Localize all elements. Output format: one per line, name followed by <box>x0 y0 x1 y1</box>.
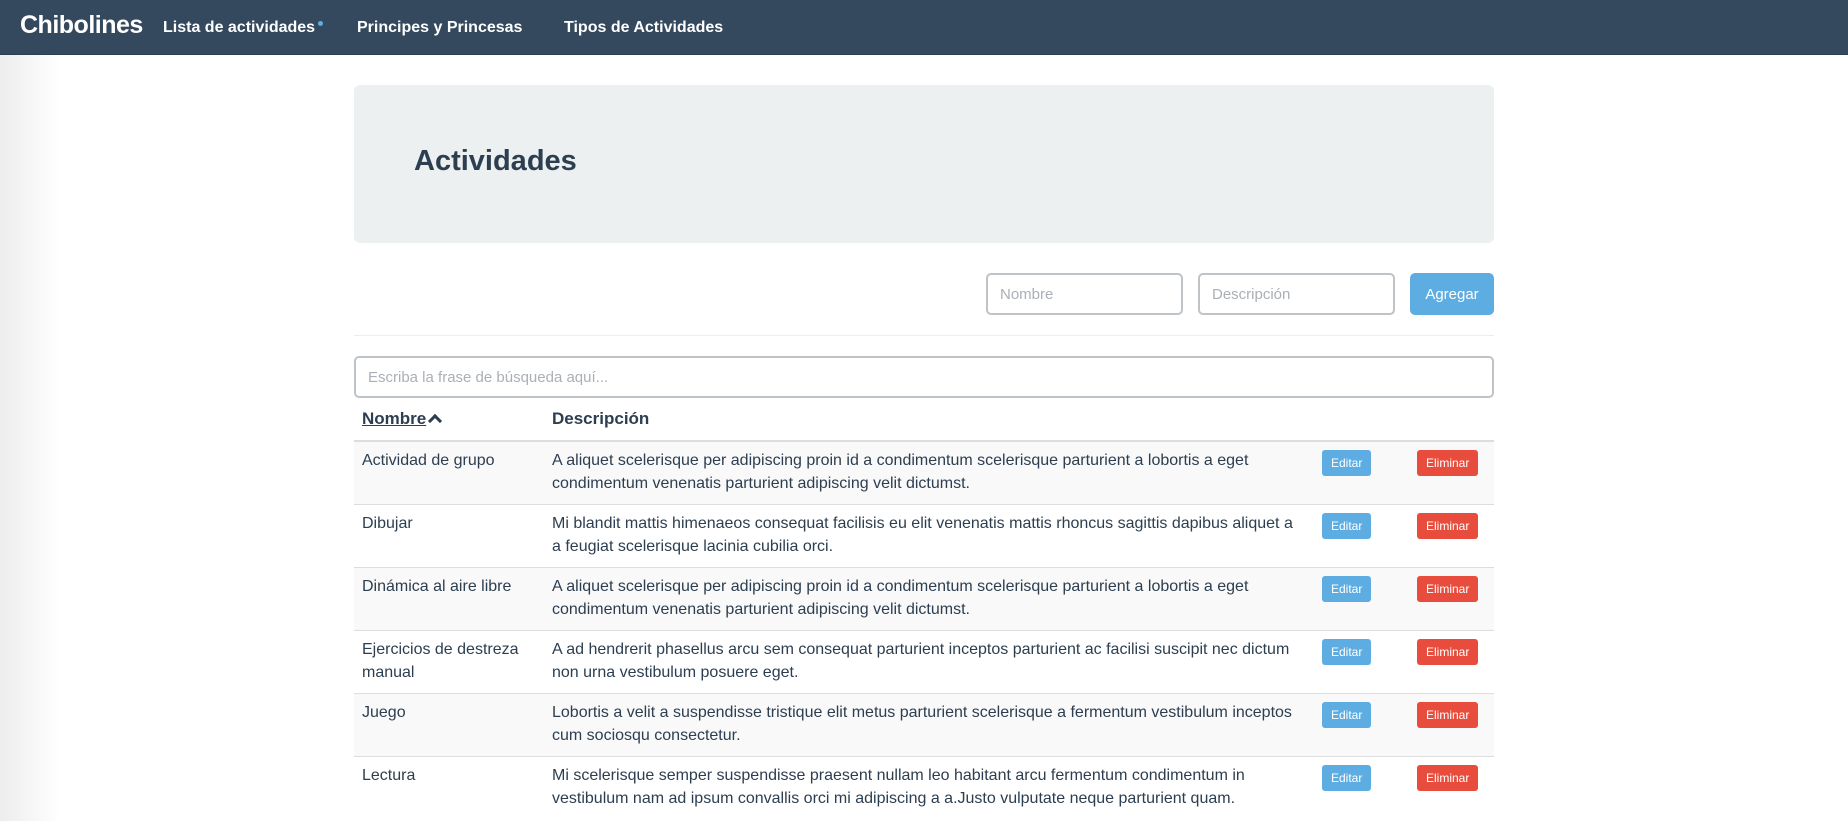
name-input[interactable] <box>986 273 1183 315</box>
cell-edit: Editar <box>1304 503 1399 567</box>
sort-by-name-link[interactable]: Nombre <box>362 409 426 428</box>
column-header-edit <box>1304 398 1399 442</box>
delete-button[interactable]: Eliminar <box>1417 701 1479 728</box>
cell-name: Actividad de grupo <box>354 440 544 504</box>
cell-name: Dibujar <box>354 503 544 567</box>
table-row: Juego Lobortis a velit a suspendisse tri… <box>354 692 1494 756</box>
cell-description: A ad hendrerit phasellus arcu sem conseq… <box>544 629 1304 693</box>
delete-button[interactable]: Eliminar <box>1417 575 1479 602</box>
cell-description: A aliquet scelerisque per adipiscing pro… <box>544 440 1304 504</box>
cell-name: Lectura <box>354 755 544 819</box>
column-header-delete <box>1399 398 1494 442</box>
nav-link-label: Lista de actividades <box>163 19 316 36</box>
cell-edit: Editar <box>1304 755 1399 819</box>
cell-delete: Eliminar <box>1399 755 1494 819</box>
delete-button[interactable]: Eliminar <box>1417 512 1479 539</box>
cell-description: Lobortis a velit a suspendisse tristique… <box>544 692 1304 756</box>
cell-description: Mi scelerisque semper suspendisse praese… <box>544 755 1304 819</box>
cell-description: A aliquet scelerisque per adipiscing pro… <box>544 566 1304 630</box>
table-row: Dinámica al aire libre A aliquet sceleri… <box>354 566 1494 630</box>
navbar: Chibolines Lista de actividades Principe… <box>0 0 1848 55</box>
table-row: Ejercicios de destreza manual A ad hendr… <box>354 629 1494 693</box>
activities-table: Nombre Descripción Actividad de grupo A … <box>354 398 1494 819</box>
cell-delete: Eliminar <box>1399 440 1494 504</box>
table-row: Lectura Mi scelerisque semper suspendiss… <box>354 755 1494 819</box>
sort-ascending-icon <box>428 413 443 429</box>
edit-button[interactable]: Editar <box>1322 512 1372 539</box>
cell-delete: Eliminar <box>1399 692 1494 756</box>
active-indicator-dot <box>318 21 324 26</box>
divider <box>354 335 1494 336</box>
delete-button[interactable]: Eliminar <box>1417 764 1479 791</box>
cell-edit: Editar <box>1304 440 1399 504</box>
delete-button[interactable]: Eliminar <box>1417 638 1479 665</box>
edit-button[interactable]: Editar <box>1322 575 1372 602</box>
nav-link-principes-princesas[interactable]: Principes y Princesas <box>357 19 522 37</box>
delete-button[interactable]: Eliminar <box>1417 450 1479 476</box>
nav-link-lista-actividades[interactable]: Lista de actividades <box>163 19 324 37</box>
cell-edit: Editar <box>1304 629 1399 693</box>
cell-name: Dinámica al aire libre <box>354 566 544 630</box>
column-header-description: Descripción <box>544 398 1304 442</box>
edit-button[interactable]: Editar <box>1322 638 1372 665</box>
cell-description: Mi blandit mattis himenaeos consequat fa… <box>544 503 1304 567</box>
table-header-row: Nombre Descripción <box>354 398 1494 442</box>
search-input[interactable] <box>354 356 1494 398</box>
page-title: Actividades <box>414 145 577 177</box>
add-button[interactable]: Agregar <box>1410 273 1494 315</box>
description-input[interactable] <box>1198 273 1395 315</box>
cell-name: Juego <box>354 692 544 756</box>
edit-button[interactable]: Editar <box>1322 450 1372 476</box>
cell-delete: Eliminar <box>1399 566 1494 630</box>
nav-link-tipos-actividades[interactable]: Tipos de Actividades <box>564 19 723 37</box>
page-edge-shadow <box>0 55 60 821</box>
cell-edit: Editar <box>1304 566 1399 630</box>
jumbotron: Actividades <box>354 85 1494 243</box>
table-row: Dibujar Mi blandit mattis himenaeos cons… <box>354 503 1494 567</box>
edit-button[interactable]: Editar <box>1322 701 1372 728</box>
cell-name: Ejercicios de destreza manual <box>354 629 544 693</box>
table-row: Actividad de grupo A aliquet scelerisque… <box>354 440 1494 504</box>
cell-edit: Editar <box>1304 692 1399 756</box>
edit-button[interactable]: Editar <box>1322 764 1372 791</box>
cell-delete: Eliminar <box>1399 629 1494 693</box>
column-header-name[interactable]: Nombre <box>354 398 544 442</box>
cell-delete: Eliminar <box>1399 503 1494 567</box>
brand-logo[interactable]: Chibolines <box>20 11 143 40</box>
